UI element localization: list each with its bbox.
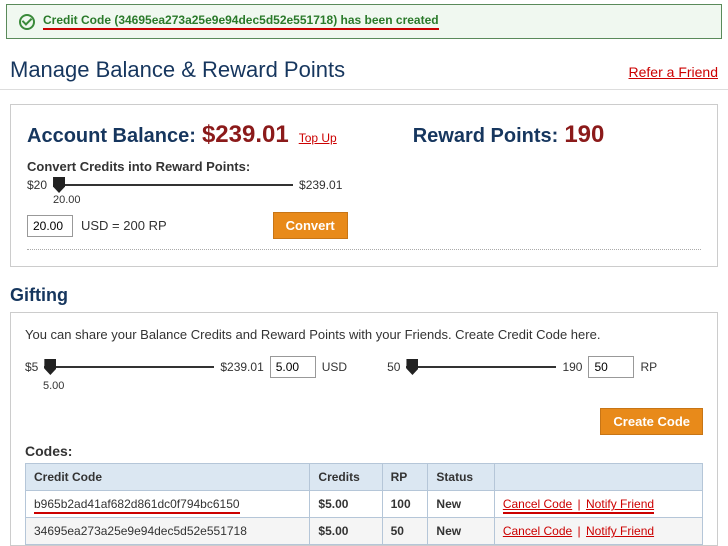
action-separator: | — [578, 524, 581, 538]
reward-points-amount: 190 — [564, 121, 604, 149]
convert-slider-row: $20 $239.01 — [27, 178, 701, 192]
create-code-button[interactable]: Create Code — [600, 408, 703, 435]
gift-sliders: $5 $239.01 USD 5.00 50 190 RP — [25, 356, 703, 398]
slider-sub-value: 20.00 — [53, 194, 701, 206]
convert-slider[interactable] — [53, 184, 293, 186]
rp-unit: RP — [640, 360, 657, 374]
usd-sub: 5.00 — [43, 380, 347, 392]
top-up-link[interactable]: Top Up — [299, 131, 337, 145]
codes-heading: Codes: — [25, 443, 703, 459]
notify-friend-link[interactable]: Notify Friend — [586, 497, 654, 511]
convert-button[interactable]: Convert — [273, 212, 348, 239]
gift-usd-col: $5 $239.01 USD 5.00 — [25, 356, 347, 398]
check-icon — [19, 14, 35, 30]
usd-input[interactable] — [270, 356, 316, 378]
gift-rp-col: 50 190 RP — [387, 356, 657, 380]
rp-slider[interactable] — [406, 366, 556, 368]
cancel-code-link[interactable]: Cancel Code — [503, 524, 572, 538]
rp-cell: 100 — [391, 497, 411, 511]
cancel-code-link[interactable]: Cancel Code — [503, 497, 572, 511]
alert-text: Credit Code (34695ea273a25e9e94dec5d52e5… — [43, 13, 439, 30]
th-status: Status — [428, 464, 494, 491]
slider-handle-icon[interactable] — [406, 359, 418, 375]
usd-unit: USD — [322, 360, 347, 374]
usd-slider[interactable] — [44, 366, 214, 368]
gifting-intro: You can share your Balance Credits and R… — [25, 327, 703, 342]
reward-points-label: Reward Points: — [413, 125, 559, 148]
table-row: 34695ea273a25e9e94dec5d52e551718 $5.00 5… — [26, 518, 703, 545]
th-code: Credit Code — [26, 464, 310, 491]
codes-table: Credit Code Credits RP Status b965b2ad41… — [25, 463, 703, 545]
th-actions — [494, 464, 702, 491]
th-credits: Credits — [310, 464, 382, 491]
slider-max: $239.01 — [299, 178, 342, 192]
rp-cell: 50 — [391, 524, 404, 538]
notify-friend-link[interactable]: Notify Friend — [586, 524, 654, 538]
balance-amount: $239.01 — [202, 121, 289, 149]
table-row: b965b2ad41af682d861dc0f794bc6150 $5.00 1… — [26, 491, 703, 518]
page-title: Manage Balance & Reward Points — [10, 57, 345, 83]
gifting-panel: You can share your Balance Credits and R… — [10, 312, 718, 546]
gifting-heading: Gifting — [10, 285, 718, 306]
rp-slider-min: 50 — [387, 360, 400, 374]
page-header: Manage Balance & Reward Points Refer a F… — [0, 57, 728, 90]
slider-handle-icon[interactable] — [53, 177, 65, 193]
balance-label: Account Balance: — [27, 125, 196, 148]
credits-cell: $5.00 — [318, 497, 348, 511]
balance-panel: Account Balance: $239.01 Top Up Reward P… — [10, 104, 718, 267]
convert-controls: USD = 200 RP Convert — [27, 212, 701, 250]
code-cell: b965b2ad41af682d861dc0f794bc6150 — [34, 497, 240, 514]
slider-handle-icon[interactable] — [44, 359, 56, 375]
create-row: Create Code — [25, 408, 703, 435]
rp-input[interactable] — [588, 356, 634, 378]
action-separator: | — [578, 497, 581, 511]
convert-label: Convert Credits into Reward Points: — [27, 159, 701, 174]
rp-slider-max: 190 — [562, 360, 582, 374]
credits-cell: $5.00 — [318, 524, 348, 538]
usd-slider-max: $239.01 — [220, 360, 263, 374]
convert-eq-text: USD = 200 RP — [81, 218, 167, 233]
status-cell: New — [436, 497, 461, 511]
th-rp: RP — [382, 464, 428, 491]
balance-row: Account Balance: $239.01 Top Up Reward P… — [27, 121, 701, 149]
status-cell: New — [436, 524, 461, 538]
refer-friend-link[interactable]: Refer a Friend — [629, 64, 718, 80]
convert-amount-input[interactable] — [27, 215, 73, 237]
usd-slider-min: $5 — [25, 360, 38, 374]
code-cell: 34695ea273a25e9e94dec5d52e551718 — [26, 518, 310, 545]
success-alert: Credit Code (34695ea273a25e9e94dec5d52e5… — [6, 4, 722, 39]
slider-min: $20 — [27, 178, 47, 192]
